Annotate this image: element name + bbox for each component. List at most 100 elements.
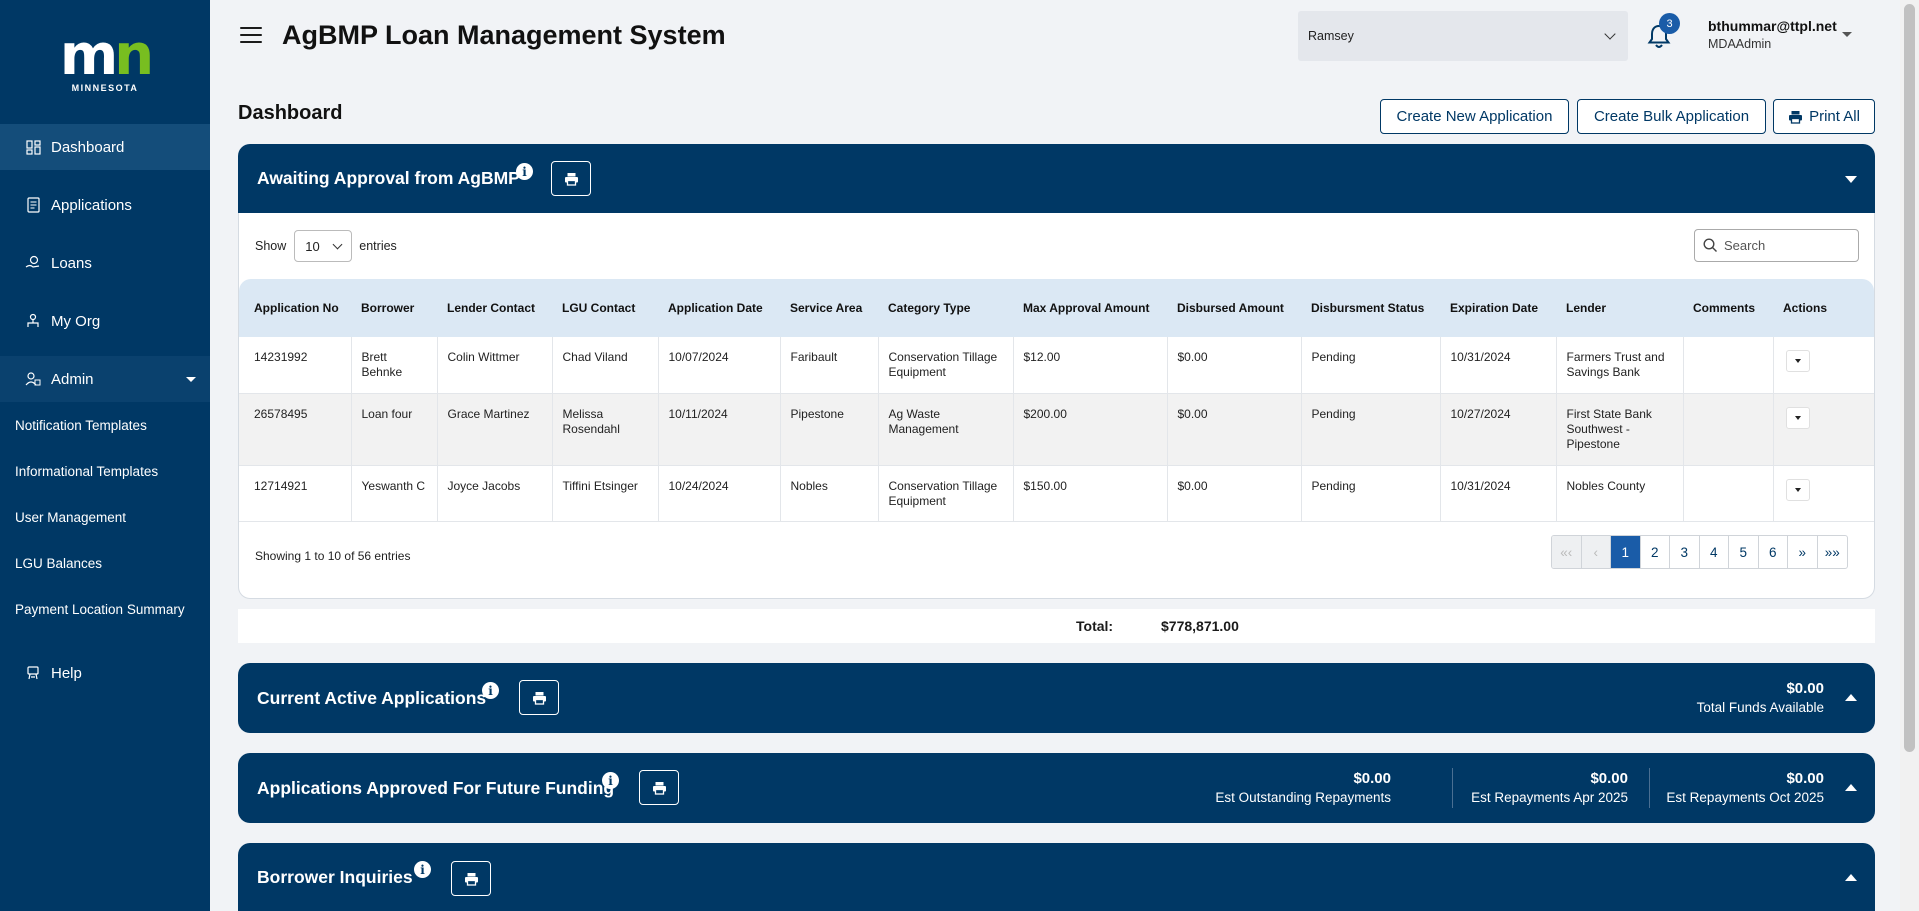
sidebar-item-label: Help [51,664,82,682]
sidebar-item-help[interactable]: Help [0,650,210,696]
pagination-page-5[interactable]: 5 [1729,536,1759,568]
print-icon [464,872,478,886]
sidebar-item-lgu-balances[interactable]: LGU Balances [0,540,210,586]
page-length-select[interactable]: 10 [294,230,353,262]
expand-toggle-icon[interactable] [1845,874,1857,881]
search-input[interactable] [1724,238,1844,253]
column-header[interactable]: Application Date [658,279,780,337]
print-awaiting-button[interactable] [551,161,591,196]
create-new-application-button[interactable]: Create New Application [1380,99,1569,134]
borrower-inquiries-header[interactable]: Borrower Inquiries i [238,843,1875,911]
cell-service-area: Faribault [780,337,879,394]
sidebar-item-label: My Org [51,312,101,330]
column-header[interactable]: Lender Contact [437,279,552,337]
cell-comments [1683,337,1774,394]
caret-down-icon [1794,487,1801,492]
print-current-active-button[interactable] [519,680,559,715]
table-search[interactable] [1694,229,1859,262]
column-header[interactable]: Service Area [780,279,878,337]
sidebar-item-label: Applications [51,196,132,214]
row-actions-dropdown[interactable] [1785,350,1810,372]
cell-disbursed-amount: $0.00 [1167,337,1302,394]
current-active-title: Current Active Applications [257,688,487,708]
sidebar-item-applications[interactable]: Applications [0,182,210,228]
column-header[interactable]: Expiration Date [1440,279,1556,337]
print-all-button[interactable]: Print All [1773,99,1875,134]
sidebar-item-loans[interactable]: Loans [0,240,210,286]
future-funding-header[interactable]: Applications Approved For Future Funding… [238,753,1875,823]
column-header: Actions [1783,301,1828,315]
stat-value: $0.00 [1786,770,1824,787]
pagination-page-2[interactable]: 2 [1641,536,1670,568]
row-actions-dropdown[interactable] [1785,478,1810,501]
row-actions-dropdown[interactable] [1785,406,1810,429]
pagination-page-6[interactable]: 6 [1759,536,1788,568]
cell-expiration-date: 10/27/2024 [1440,393,1557,466]
stat-label: Est Repayments Oct 2025 [1666,790,1824,805]
sidebar-item-admin[interactable]: Admin [0,356,210,402]
create-bulk-application-button[interactable]: Create Bulk Application [1577,99,1766,134]
expand-toggle-icon[interactable] [1845,784,1857,791]
admin-icon [24,370,42,388]
cell-application-date: 10/07/2024 [658,337,781,394]
info-icon[interactable]: i [602,772,619,789]
sidebar-item-user-management[interactable]: User Management [0,494,210,540]
info-icon[interactable]: i [516,163,533,180]
mn-logo-mark: mn [59,23,154,88]
column-header[interactable]: Borrower [351,279,437,337]
sidebar: mn MINNESOTA Dashboard Applications Loan… [0,0,210,911]
page-scrollbar[interactable] [1900,0,1919,911]
print-borrower-inquiries-button[interactable] [451,861,491,896]
notification-badge: 3 [1659,13,1680,34]
column-header[interactable]: Lender [1556,279,1683,337]
entries-label: entries [359,239,397,253]
sidebar-item-notification-templates[interactable]: Notification Templates [0,402,210,448]
info-icon[interactable]: i [414,861,431,878]
expand-toggle-icon[interactable] [1845,694,1857,701]
pagination-next[interactable]: » [1788,536,1818,568]
table-row: 14231992 Brett Behnke Colin Wittmer Chad… [239,337,1874,394]
table-info: Showing 1 to 10 of 56 entries [255,549,411,563]
column-header[interactable]: Category Type [878,279,1013,337]
cell-actions [1773,337,1874,394]
awaiting-approval-table: Application No Borrower Lender Contact L… [239,279,1874,522]
county-select-value: Ramsey [1308,29,1354,43]
pagination-previous[interactable]: ‹ [1581,536,1611,568]
sidebar-item-informational-templates[interactable]: Informational Templates [0,448,210,494]
column-header[interactable]: Disbursed Amount [1167,279,1301,337]
sidebar-item-my-org[interactable]: My Org [0,298,210,344]
column-header[interactable]: Disbursment Status [1301,279,1440,337]
county-select[interactable]: Ramsey [1298,11,1628,61]
info-icon[interactable]: i [482,682,499,699]
pagination-page-3[interactable]: 3 [1670,536,1700,568]
print-all-label: Print All [1809,108,1860,125]
sidebar-item-label: Dashboard [51,138,125,156]
chevron-down-icon[interactable] [1842,32,1852,37]
pagination-page-4[interactable]: 4 [1700,536,1729,568]
page-title: Dashboard [238,102,343,124]
collapse-toggle-icon[interactable] [1845,176,1857,183]
column-header[interactable]: Max Approval Amount [1013,279,1167,337]
sidebar-item-payment-location-summary[interactable]: Payment Location Summary [0,586,210,632]
cell-lgu-contact: Chad Viland [552,337,659,394]
stat-value: $0.00 [1590,770,1628,787]
column-header[interactable]: Application No [239,279,351,337]
cell-actions [1773,393,1874,466]
pagination-last[interactable]: »» [1818,536,1848,568]
page-length-control: Show 10 entries [255,230,397,262]
print-future-funding-button[interactable] [639,770,679,805]
pagination-page-1[interactable]: 1 [1611,536,1641,568]
scrollbar-thumb[interactable] [1904,4,1915,752]
current-active-header[interactable]: Current Active Applications i $0.00 Tota… [238,663,1875,733]
pagination-first[interactable]: «‹ [1552,536,1582,568]
minnesota-logo[interactable]: mn MINNESOTA [0,0,210,124]
user-menu[interactable]: bthummar@ttpl.net MDAAdmin [1708,18,1837,51]
menu-icon[interactable] [240,27,262,43]
column-header[interactable]: LGU Contact [552,279,658,337]
column-header[interactable]: Comments [1683,279,1773,337]
sidebar-item-dashboard[interactable]: Dashboard [0,124,210,170]
total-value: $778,871.00 [1161,618,1239,634]
cell-expiration-date: 10/31/2024 [1440,465,1557,522]
sidebar-item-label: Loans [51,254,92,272]
awaiting-approval-header[interactable]: Awaiting Approval from AgBMP i [238,144,1875,214]
